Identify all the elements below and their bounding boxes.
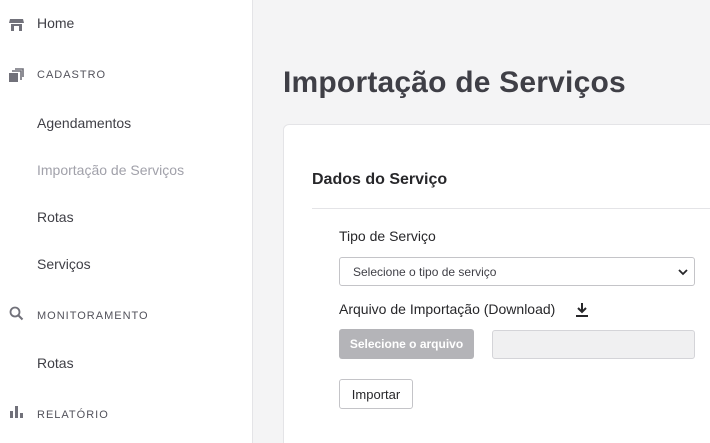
divider xyxy=(312,208,710,209)
sidebar-item-label: Home xyxy=(37,15,75,31)
import-button[interactable]: Importar xyxy=(339,379,413,409)
select-file-button[interactable]: Selecione o arquivo xyxy=(339,329,474,359)
sidebar-item-label: Serviços xyxy=(37,256,91,272)
service-type-label: Tipo de Serviço xyxy=(339,228,436,244)
sidebar-section-relatorio[interactable]: RELATÓRIO xyxy=(0,403,252,425)
service-type-selected-value: Selecione o tipo de serviço xyxy=(353,264,497,279)
file-name-field[interactable] xyxy=(492,330,695,359)
bar-chart-icon xyxy=(8,403,24,419)
stack-icon xyxy=(8,67,24,83)
sidebar-item-label: Agendamentos xyxy=(37,115,132,131)
sidebar-section-cadastro[interactable]: CADASTRO xyxy=(0,64,252,86)
search-icon xyxy=(8,305,24,321)
chevron-down-icon xyxy=(678,269,688,276)
sidebar-section-title: RELATÓRIO xyxy=(37,409,109,421)
service-type-select[interactable]: Selecione o tipo de serviço xyxy=(339,257,695,286)
sidebar-item-label: Rotas xyxy=(37,355,74,371)
sidebar-item-label: Importação de Serviços xyxy=(37,162,185,178)
download-icon[interactable] xyxy=(575,302,589,318)
card-title: Dados do Serviço xyxy=(312,171,448,188)
sidebar: Home CADASTRO Agendamentos Importação de… xyxy=(0,0,253,443)
page-title: Importação de Serviços xyxy=(283,66,626,99)
store-icon xyxy=(8,16,24,32)
sidebar-item-home[interactable]: Home xyxy=(0,12,252,36)
sidebar-item-importacao-de-servicos[interactable]: Importação de Serviços xyxy=(0,159,252,181)
sidebar-item-monitoramento-rotas[interactable]: Rotas xyxy=(0,352,252,374)
sidebar-section-title: MONITORAMENTO xyxy=(37,310,149,322)
sidebar-section-monitoramento[interactable]: MONITORAMENTO xyxy=(0,304,252,326)
sidebar-item-rotas[interactable]: Rotas xyxy=(0,206,252,228)
sidebar-section-title: CADASTRO xyxy=(37,69,107,81)
import-file-label: Arquivo de Importação (Download) xyxy=(339,301,556,317)
sidebar-item-agendamentos[interactable]: Agendamentos xyxy=(0,112,252,134)
sidebar-item-servicos[interactable]: Serviços xyxy=(0,253,252,275)
sidebar-item-label: Rotas xyxy=(37,209,74,225)
